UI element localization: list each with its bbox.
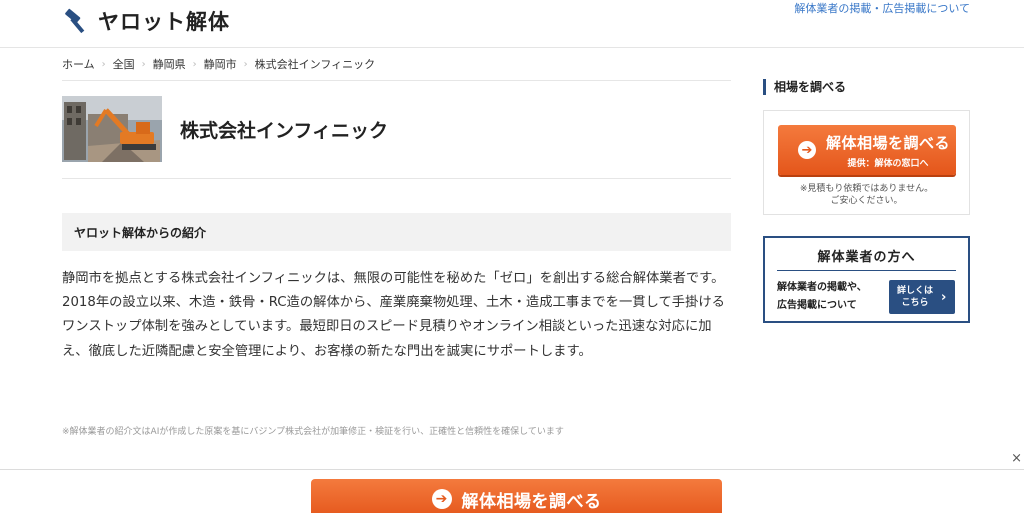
intro-text: 静岡市を拠点とする株式会社インフィニックは、無限の可能性を秘めた「ゼロ」を創出す…: [62, 271, 725, 359]
breadcrumb-nationwide[interactable]: 全国: [113, 56, 135, 72]
for-contractors-card: 解体業者の方へ 解体業者の掲載や、 広告掲載について 詳しくは こちら ›: [763, 236, 970, 323]
quote-note-line2: ご安心ください。: [830, 196, 903, 206]
breadcrumb-separator: ›: [101, 58, 106, 70]
quote-card: ➔ 解体相場を調べる 提供：解体の窓口へ ※見積もり依頼ではありません。 ご安心…: [763, 110, 970, 215]
check-price-button-sublabel: 提供：解体の窓口へ: [847, 158, 929, 169]
close-icon[interactable]: ×: [1011, 451, 1022, 466]
demolition-photo: [62, 96, 162, 162]
chevron-right-icon: ›: [941, 289, 947, 305]
company-name: 株式会社インフィニック: [180, 119, 389, 142]
breadcrumb-separator: ›: [243, 58, 248, 70]
for-contractors-text-line1: 解体業者の掲載や、: [777, 282, 867, 293]
bottom-check-price-label: 解体相場を調べる: [461, 491, 602, 512]
for-contractors-text: 解体業者の掲載や、 広告掲載について: [777, 279, 897, 315]
logo-text: ヤロット解体: [98, 10, 230, 34]
details-button-line2: こちら: [901, 298, 929, 308]
card-divider: [777, 270, 956, 271]
advertising-link[interactable]: 解体業者の掲載・広告掲載について: [794, 0, 970, 16]
sticky-bottom-bar: ➔ 解体相場を調べる: [0, 469, 1024, 513]
breadcrumb-city[interactable]: 静岡市: [204, 56, 237, 72]
divider: [62, 80, 731, 81]
quote-note-line1: ※見積もり依頼ではありません。: [799, 184, 934, 194]
for-contractors-text-line2: 広告掲載について: [777, 300, 857, 311]
ai-disclaimer-note: ※解体業者の紹介文はAIが作成した原案を基にバジンプ株式会社が加筆修正・検証を行…: [62, 427, 564, 437]
bottom-check-price-button[interactable]: ➔ 解体相場を調べる: [311, 479, 722, 513]
quote-note: ※見積もり依頼ではありません。 ご安心ください。: [764, 183, 969, 207]
company-header: 株式会社インフィニック: [62, 96, 388, 162]
breadcrumb-current: 株式会社インフィニック: [254, 58, 376, 71]
hammer-icon: [65, 8, 85, 34]
details-button-line1: 詳しくは: [896, 286, 933, 296]
arrow-right-circle-icon: ➔: [431, 489, 452, 509]
site-header: ヤロット解体 解体業者の掲載・広告掲載について: [0, 0, 1024, 48]
arrow-right-circle-icon: ➔: [798, 141, 816, 159]
for-contractors-title: 解体業者の方へ: [817, 250, 916, 265]
details-button[interactable]: 詳しくは こちら ›: [889, 280, 955, 314]
intro-heading: ヤロット解体からの紹介: [62, 213, 731, 251]
sidebar-heading: 相場を調べる: [763, 79, 846, 95]
breadcrumb: ホーム › 全国 › 静岡県 › 静岡市 › 株式会社インフィニック: [62, 56, 375, 72]
breadcrumb-home[interactable]: ホーム: [62, 56, 95, 72]
divider: [62, 178, 731, 179]
site-logo[interactable]: ヤロット解体: [62, 6, 230, 36]
details-button-label: 詳しくは こちら: [889, 285, 941, 309]
breadcrumb-prefecture[interactable]: 静岡県: [153, 56, 186, 72]
breadcrumb-separator: ›: [141, 58, 146, 70]
check-price-button[interactable]: ➔ 解体相場を調べる 提供：解体の窓口へ: [778, 125, 956, 175]
breadcrumb-separator: ›: [192, 58, 197, 70]
check-price-button-texts: 解体相場を調べる 提供：解体の窓口へ: [826, 132, 950, 169]
check-price-button-label: 解体相場を調べる: [826, 133, 951, 152]
